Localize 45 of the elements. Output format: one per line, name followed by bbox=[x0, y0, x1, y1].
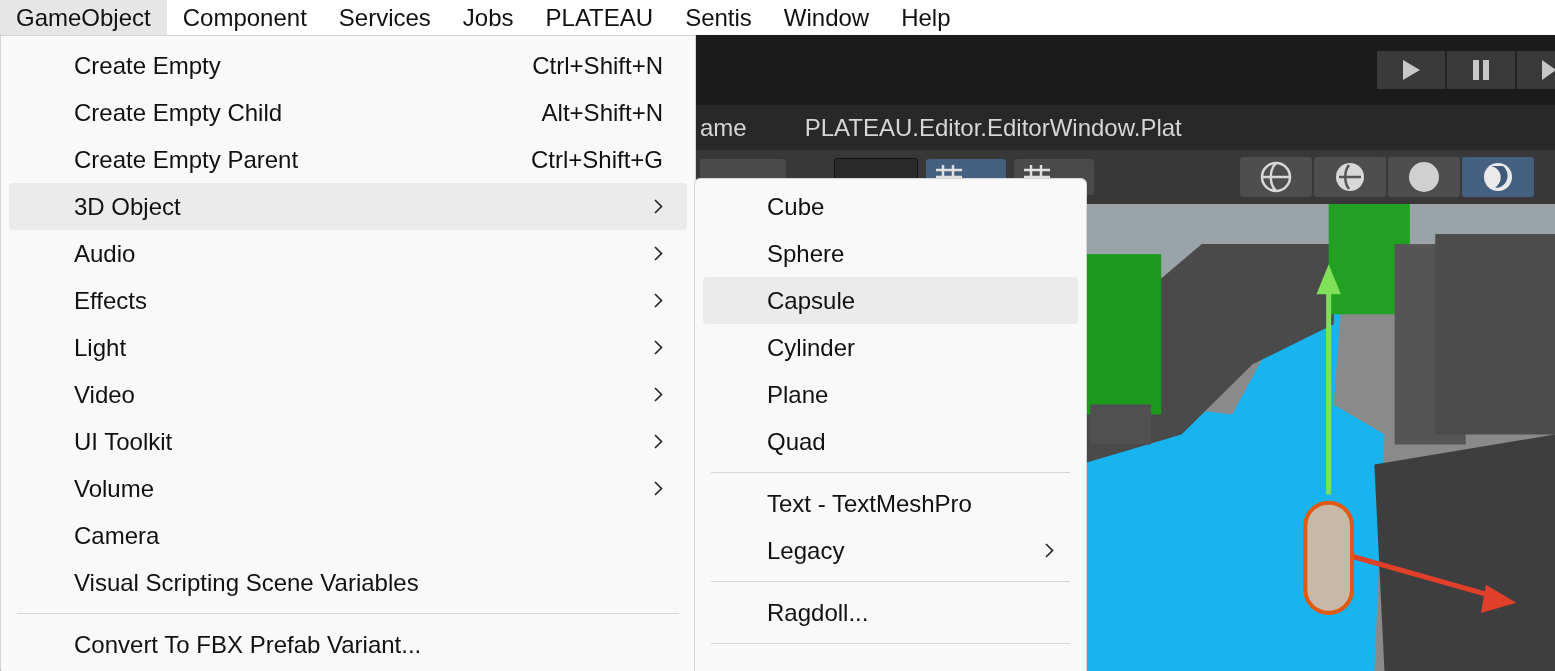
chevron-right-icon bbox=[654, 293, 663, 308]
menu-bar-item[interactable]: Help bbox=[885, 0, 967, 35]
menu-item[interactable]: Visual Scripting Scene Variables bbox=[9, 559, 687, 606]
menu-item[interactable]: Create Empty Ctrl+Shift+N bbox=[9, 42, 687, 89]
menu-item[interactable]: 3D Object bbox=[9, 183, 687, 230]
chevron-right-icon bbox=[654, 387, 663, 402]
menu-bar-item[interactable]: Window bbox=[767, 0, 886, 35]
chevron-right-icon bbox=[654, 199, 663, 214]
menu-item[interactable]: Audio bbox=[9, 230, 687, 277]
menu-item[interactable]: Create Empty Parent Ctrl+Shift+G bbox=[9, 136, 687, 183]
menu-bar-item[interactable]: GameObject bbox=[0, 0, 167, 35]
pause-button[interactable] bbox=[1447, 51, 1515, 89]
chevron-right-icon bbox=[654, 246, 663, 261]
window-tab[interactable]: PLATEAU.Editor.EditorWindow.Plat bbox=[804, 113, 1182, 142]
menu-item[interactable]: Video bbox=[9, 371, 687, 418]
menu-item[interactable]: Ragdoll... bbox=[703, 589, 1078, 636]
menu-bar-item[interactable]: Component bbox=[166, 0, 323, 35]
menu-item[interactable]: Cube bbox=[703, 183, 1078, 230]
menu-bar-item[interactable]: Services bbox=[322, 0, 447, 35]
play-icon bbox=[1401, 59, 1421, 81]
menu-item[interactable]: UI Toolkit bbox=[9, 418, 687, 465]
menu-item[interactable]: Cylinder bbox=[703, 324, 1078, 371]
menu-item[interactable]: Effects bbox=[9, 277, 687, 324]
menu-bar-item[interactable]: PLATEAU bbox=[529, 0, 670, 35]
menu-item[interactable]: Convert To FBX Prefab Variant... bbox=[9, 621, 687, 668]
menu-item[interactable]: Capsule bbox=[703, 277, 1078, 324]
chevron-right-icon bbox=[654, 340, 663, 355]
chevron-right-icon bbox=[1045, 543, 1054, 558]
menu-bar-item[interactable]: Sentis bbox=[669, 0, 768, 35]
shaded-wireframe-icon[interactable] bbox=[1314, 157, 1386, 197]
window-tab[interactable]: ame bbox=[700, 113, 747, 142]
chevron-right-icon bbox=[654, 434, 663, 449]
menu-item[interactable]: Camera bbox=[9, 512, 687, 559]
menu-item[interactable]: Legacy bbox=[703, 527, 1078, 574]
chevron-right-icon bbox=[654, 481, 663, 496]
menu-item[interactable]: Text - TextMeshPro bbox=[703, 480, 1078, 527]
menu-bar-item[interactable]: Jobs bbox=[446, 0, 530, 35]
menu-item[interactable]: Quad bbox=[703, 418, 1078, 465]
menu-item[interactable]: Sphere bbox=[703, 230, 1078, 277]
menu-item[interactable]: Plane bbox=[703, 371, 1078, 418]
play-button[interactable] bbox=[1377, 51, 1445, 89]
menu-item[interactable]: Create Empty Child Alt+Shift+N bbox=[9, 89, 687, 136]
menu-item[interactable]: Light bbox=[9, 324, 687, 371]
menu-item[interactable]: Volume bbox=[9, 465, 687, 512]
pause-icon bbox=[1472, 59, 1490, 81]
